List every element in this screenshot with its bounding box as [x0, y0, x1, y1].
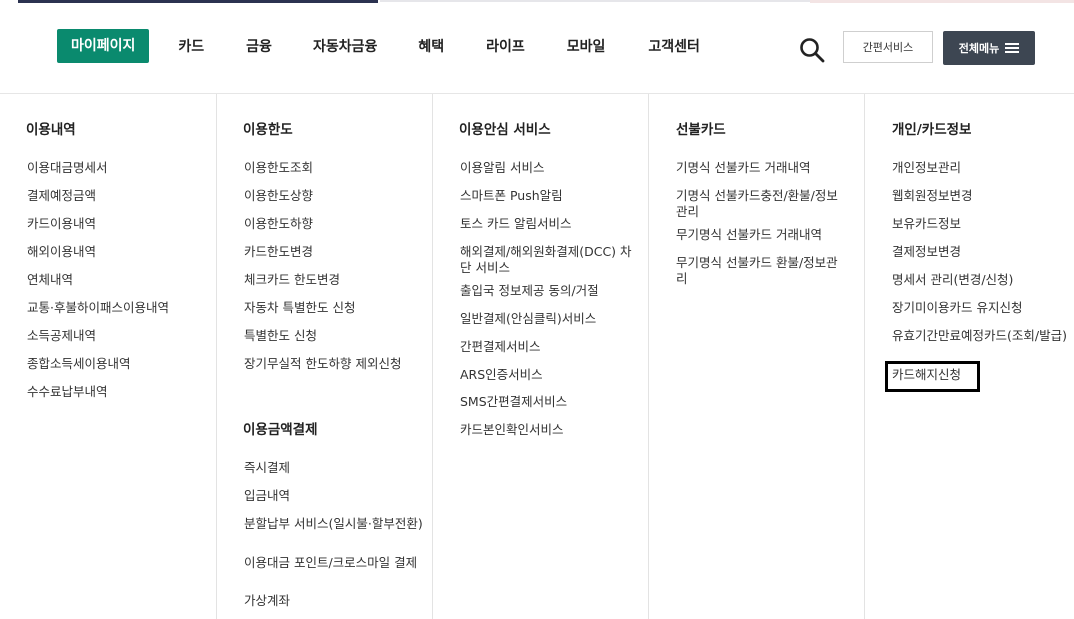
search-icon[interactable] [799, 37, 825, 63]
selection-highlight-box [885, 361, 980, 392]
section-title-prepaid: 선불카드 [676, 122, 726, 138]
menu-link[interactable]: 기명식 선불카드 거래내역 [676, 160, 810, 176]
menu-link[interactable]: 장기미이용카드 유지신청 [892, 300, 1022, 316]
menu-link[interactable]: 즉시결제 [244, 460, 290, 476]
nav-card[interactable]: 카드 [178, 36, 204, 56]
menu-link[interactable]: SMS간편결제서비스 [460, 394, 567, 410]
menu-link[interactable]: 분할납부 서비스(일시불·할부전환) [244, 516, 424, 532]
menu-link[interactable]: 유효기간만료예정카드(조회/발급) [892, 328, 1068, 344]
menu-link[interactable]: 장기무실적 한도하향 제외신청 [244, 356, 401, 372]
main-nav: 마이페이지 카드 금융 자동차금융 혜택 라이프 모바일 고객센터 [57, 29, 700, 63]
global-header: 마이페이지 카드 금융 자동차금융 혜택 라이프 모바일 고객센터 간편서비스 … [0, 3, 1074, 94]
menu-link[interactable]: 이용한도조회 [244, 160, 313, 176]
menu-link[interactable]: 스마트폰 Push알림 [460, 188, 563, 204]
menu-link[interactable]: 해외결제/해외원화결제(DCC) 차단 서비스 [460, 244, 640, 276]
menu-link[interactable]: 해외이용내역 [27, 244, 96, 260]
menu-link[interactable]: 이용알림 서비스 [460, 160, 544, 176]
menu-link[interactable]: 기명식 선불카드충전/환불/정보관리 [676, 188, 844, 220]
menu-link[interactable]: 보유카드정보 [892, 216, 961, 232]
nav-finance[interactable]: 금융 [246, 36, 272, 56]
menu-link[interactable]: 가상계좌 [244, 593, 290, 609]
menu-link[interactable]: 이용대금 포인트/크로스마일 결제 [244, 555, 424, 571]
menu-link[interactable]: 일반결제(안심클릭)서비스 [460, 311, 596, 327]
section-title-personal: 개인/카드정보 [892, 122, 972, 138]
menu-col-limit: 이용한도 이용한도조회 이용한도상향 이용한도하향 카드한도변경 체크카드 한도… [216, 94, 432, 619]
menu-link[interactable]: 카드본인확인서비스 [460, 422, 564, 438]
menu-link[interactable]: 결제예정금액 [27, 188, 96, 204]
menu-link[interactable]: 무기명식 선불카드 환불/정보관리 [676, 255, 844, 287]
menu-col-safety: 이용안심 서비스 이용알림 서비스 스마트폰 Push알림 토스 카드 알림서비… [432, 94, 648, 619]
menu-link[interactable]: 결제정보변경 [892, 244, 961, 260]
nav-life[interactable]: 라이프 [486, 36, 525, 56]
hamburger-icon [1005, 41, 1020, 56]
menu-link[interactable]: 명세서 관리(변경/신청) [892, 272, 1013, 288]
mega-menu: 이용내역 이용대금명세서 결제예정금액 카드이용내역 해외이용내역 연체내역 교… [0, 94, 1074, 619]
menu-link[interactable]: 무기명식 선불카드 거래내역 [676, 227, 822, 243]
menu-col-prepaid: 선불카드 기명식 선불카드 거래내역 기명식 선불카드충전/환불/정보관리 무기… [648, 94, 864, 619]
menu-link[interactable]: 토스 카드 알림서비스 [460, 216, 571, 232]
menu-col-personal: 개인/카드정보 개인정보관리 웹회원정보변경 보유카드정보 결제정보변경 명세서… [864, 94, 1074, 619]
menu-link[interactable]: 체크카드 한도변경 [244, 272, 340, 288]
menu-link[interactable]: 교통·후불하이패스이용내역 [27, 300, 169, 316]
section-title-usage: 이용내역 [26, 122, 76, 138]
section-title-payment: 이용금액결제 [243, 422, 318, 438]
menu-link[interactable]: 수수료납부내역 [27, 384, 108, 400]
menu-link[interactable]: 카드이용내역 [27, 216, 96, 232]
nav-customer-center[interactable]: 고객센터 [648, 36, 700, 56]
menu-link[interactable]: ARS인증서비스 [460, 367, 543, 383]
menu-link[interactable]: 연체내역 [27, 272, 73, 288]
menu-link[interactable]: 자동차 특별한도 신청 [244, 300, 355, 316]
simple-service-button[interactable]: 간편서비스 [843, 31, 933, 63]
menu-link[interactable]: 이용한도상향 [244, 188, 313, 204]
nav-mypage[interactable]: 마이페이지 [57, 29, 150, 63]
menu-link[interactable]: 이용대금명세서 [27, 160, 108, 176]
section-title-safety: 이용안심 서비스 [459, 122, 551, 138]
banner-light-segment [380, 0, 820, 2]
section-title-limit: 이용한도 [243, 122, 293, 138]
menu-link[interactable]: 종합소득세이용내역 [27, 356, 131, 372]
menu-link[interactable]: 입금내역 [244, 488, 290, 504]
nav-auto-finance[interactable]: 자동차금융 [313, 36, 377, 56]
menu-link[interactable]: 카드한도변경 [244, 244, 313, 260]
menu-link[interactable]: 웹회원정보변경 [892, 188, 973, 204]
all-menu-button[interactable]: 전체메뉴 [943, 31, 1035, 65]
menu-link[interactable]: 이용한도하향 [244, 216, 313, 232]
menu-col-usage: 이용내역 이용대금명세서 결제예정금액 카드이용내역 해외이용내역 연체내역 교… [0, 94, 216, 619]
menu-link[interactable]: 소득공제내역 [27, 328, 96, 344]
nav-mobile[interactable]: 모바일 [567, 36, 606, 56]
nav-benefit[interactable]: 혜택 [418, 36, 444, 56]
menu-link[interactable]: 개인정보관리 [892, 160, 961, 176]
menu-link[interactable]: 출입국 정보제공 동의/거절 [460, 283, 599, 299]
menu-link[interactable]: 간편결제서비스 [460, 339, 541, 355]
all-menu-label: 전체메뉴 [958, 42, 1000, 55]
menu-link[interactable]: 특별한도 신청 [244, 328, 317, 344]
